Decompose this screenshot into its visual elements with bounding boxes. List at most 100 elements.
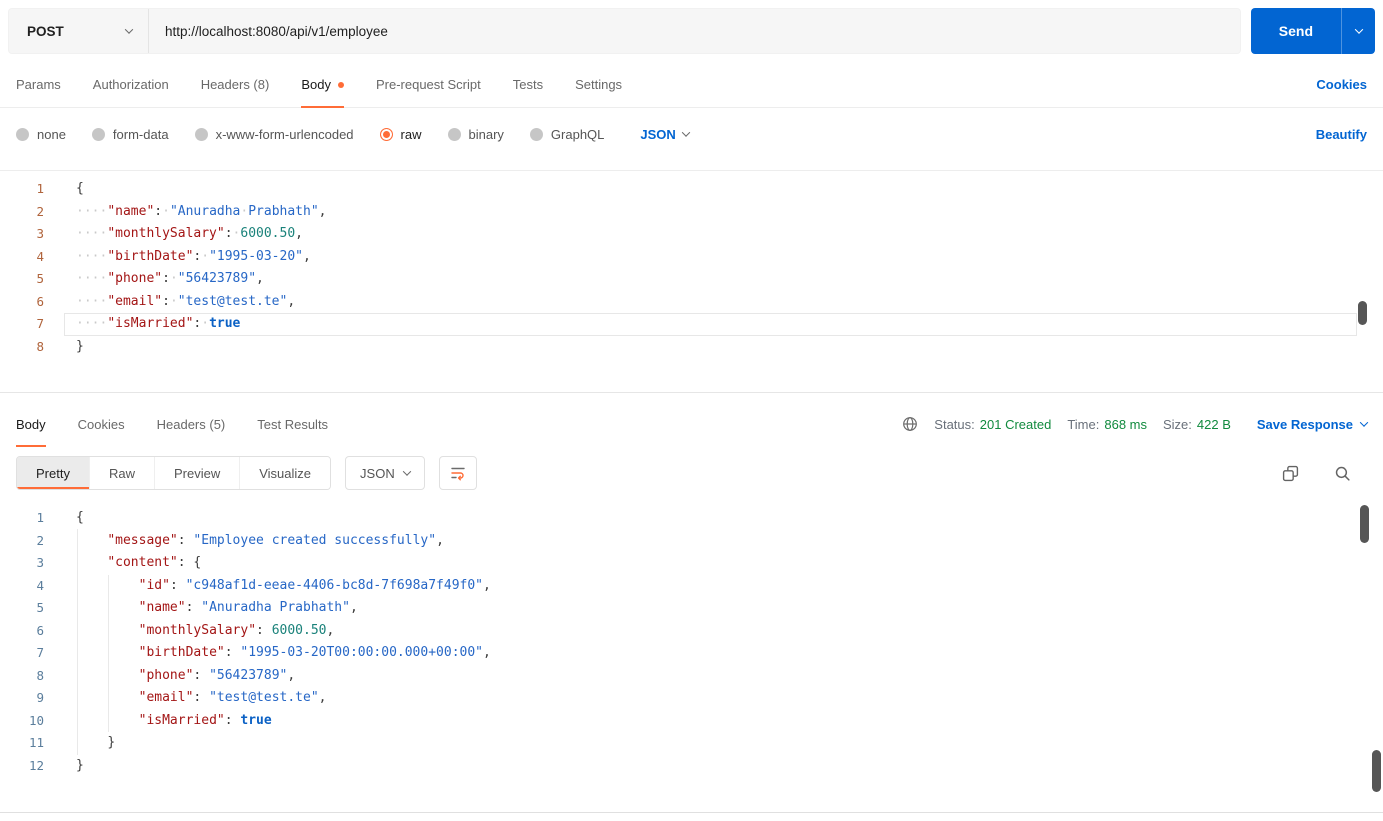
status-badge: Status: 201 Created	[934, 417, 1051, 432]
code-token: :	[224, 226, 233, 241]
code-text: ····"phone":·"56423789",	[64, 268, 1383, 291]
code-token: ····	[76, 226, 108, 241]
response-tabs: Body Cookies Headers (5) Test Results	[16, 401, 360, 447]
code-text: "phone": "56423789",	[64, 665, 1383, 688]
code-token: ,	[256, 271, 264, 286]
code-token: {	[76, 181, 84, 196]
send-button-group: Send	[1250, 8, 1375, 54]
radio-icon	[447, 127, 461, 141]
wrap-lines-button[interactable]	[438, 456, 477, 490]
indent-guide	[108, 575, 109, 732]
method-selector[interactable]: POST	[9, 9, 149, 53]
view-pretty[interactable]: Pretty	[17, 457, 90, 489]
line-number: 5	[36, 600, 44, 615]
line-number: 5	[36, 271, 44, 286]
line-number: 8	[36, 338, 44, 354]
code-token: }	[76, 757, 84, 773]
tab-tests[interactable]: Tests	[513, 62, 543, 107]
page-scrollbar[interactable]	[1372, 750, 1381, 792]
line-number: 8	[36, 667, 44, 683]
url-input[interactable]: http://localhost:8080/api/v1/employee	[149, 24, 388, 39]
tab-headers-8[interactable]: Headers (8)	[201, 62, 270, 107]
tab-test-results[interactable]: Test Results	[257, 401, 328, 447]
line-number: 2	[36, 203, 44, 219]
code-line: 7 ····"isMarried":·true	[0, 313, 1383, 336]
tab-label: Cookies	[77, 416, 125, 432]
tab-pre-request-script[interactable]: Pre-request Script	[376, 62, 481, 107]
chevron-down-icon	[1354, 25, 1363, 34]
body-mode-raw[interactable]: raw	[379, 127, 422, 142]
request-language-label: JSON	[640, 126, 676, 142]
mode-label: none	[37, 126, 66, 142]
response-scrollbar[interactable]	[1360, 505, 1369, 543]
beautify-link[interactable]: Beautify	[1316, 127, 1367, 142]
body-mode-graphql[interactable]: GraphQL	[529, 127, 604, 142]
response-language-selector[interactable]: JSON	[345, 456, 425, 490]
request-body-editor[interactable]: 1{2 ····"name":·"Anuradha·Prabhath", 3 ····…	[0, 170, 1383, 393]
view-preview[interactable]: Preview	[154, 457, 241, 489]
tab-authorization[interactable]: Authorization	[93, 62, 169, 107]
code-token: "56423789"	[177, 271, 257, 286]
cookies-link[interactable]: Cookies	[1316, 77, 1367, 92]
body-mode-form-data[interactable]: form-data	[91, 127, 169, 142]
code-line: 4 ····"birthDate":·"1995-03-20",	[0, 246, 1383, 269]
code-text: ····"monthlySalary":·6000.50,	[64, 223, 1383, 246]
line-number: 2	[36, 532, 44, 548]
code-token: "Anuradha Prabhath"	[201, 600, 350, 615]
response-toolbar-right	[1279, 462, 1367, 484]
status-label: Status:	[934, 416, 975, 432]
editor-scrollbar[interactable]	[1358, 301, 1367, 325]
response-viewer[interactable]: 1{2 "message": "Employee created success…	[0, 495, 1383, 777]
body-mode-x-www-form-urlencoded[interactable]: x-www-form-urlencoded	[194, 126, 354, 142]
code-text: "monthlySalary": 6000.50,	[64, 620, 1383, 643]
code-text: }	[64, 755, 1383, 778]
postman-app: POST http://localhost:8080/api/v1/employ…	[0, 0, 1383, 821]
code-line: 3 "content": {	[0, 552, 1383, 575]
tab-body[interactable]: Body	[16, 401, 46, 447]
search-button[interactable]	[1331, 462, 1353, 484]
code-token: 6000.50	[240, 226, 296, 241]
code-token: Prabhath"	[248, 203, 319, 219]
code-text: ····"email":·"test@test.te",	[64, 291, 1383, 314]
tab-settings[interactable]: Settings	[575, 62, 622, 107]
code-line: 2 "message": "Employee created successfu…	[0, 530, 1383, 553]
code-text: {	[64, 178, 1383, 201]
line-number: 11	[28, 735, 44, 750]
body-mode-none[interactable]: none	[16, 127, 66, 142]
tab-body[interactable]: Body	[301, 62, 344, 108]
view-visualize[interactable]: Visualize	[240, 457, 331, 489]
tab-label: Params	[16, 77, 61, 92]
code-token: "email"	[138, 690, 194, 705]
code-token: ····	[76, 271, 108, 286]
send-button[interactable]: Send	[1251, 8, 1341, 54]
code-token: ,	[318, 690, 327, 705]
mode-label: x-www-form-urlencoded	[215, 126, 354, 142]
copy-button[interactable]	[1279, 462, 1301, 484]
code-text: "id": "c948af1d-eeae-4406-bc8d-7f698a7f4…	[64, 575, 1383, 598]
line-number: 1	[36, 510, 44, 525]
code-line: 9 "email": "test@test.te",	[0, 687, 1383, 710]
send-options-button[interactable]	[1341, 8, 1375, 54]
code-token: ····	[76, 203, 108, 219]
code-token: "monthlySalary"	[138, 622, 257, 638]
code-token: 6000.50	[271, 622, 327, 638]
code-token: :	[256, 622, 264, 638]
tab-headers-5[interactable]: Headers (5)	[157, 401, 226, 447]
code-token: "isMarried"	[107, 316, 194, 331]
code-token: ····	[76, 293, 108, 309]
code-token: ,	[483, 577, 491, 593]
code-line: 2 ····"name":·"Anuradha·Prabhath",	[0, 201, 1383, 224]
view-raw[interactable]: Raw	[89, 457, 155, 489]
request-language-selector[interactable]: JSON	[640, 126, 691, 142]
code-token: ,	[349, 600, 358, 615]
code-token: "content"	[107, 555, 178, 570]
code-text: }	[64, 336, 1383, 359]
tab-cookies[interactable]: Cookies	[78, 401, 125, 447]
body-mode-binary[interactable]: binary	[447, 127, 504, 142]
save-response-button[interactable]: Save Response	[1257, 417, 1369, 432]
code-token: "phone"	[138, 667, 194, 683]
tab-params[interactable]: Params	[16, 62, 61, 107]
size-badge: Size: 422 B	[1163, 417, 1231, 432]
code-token: ,	[295, 226, 303, 241]
